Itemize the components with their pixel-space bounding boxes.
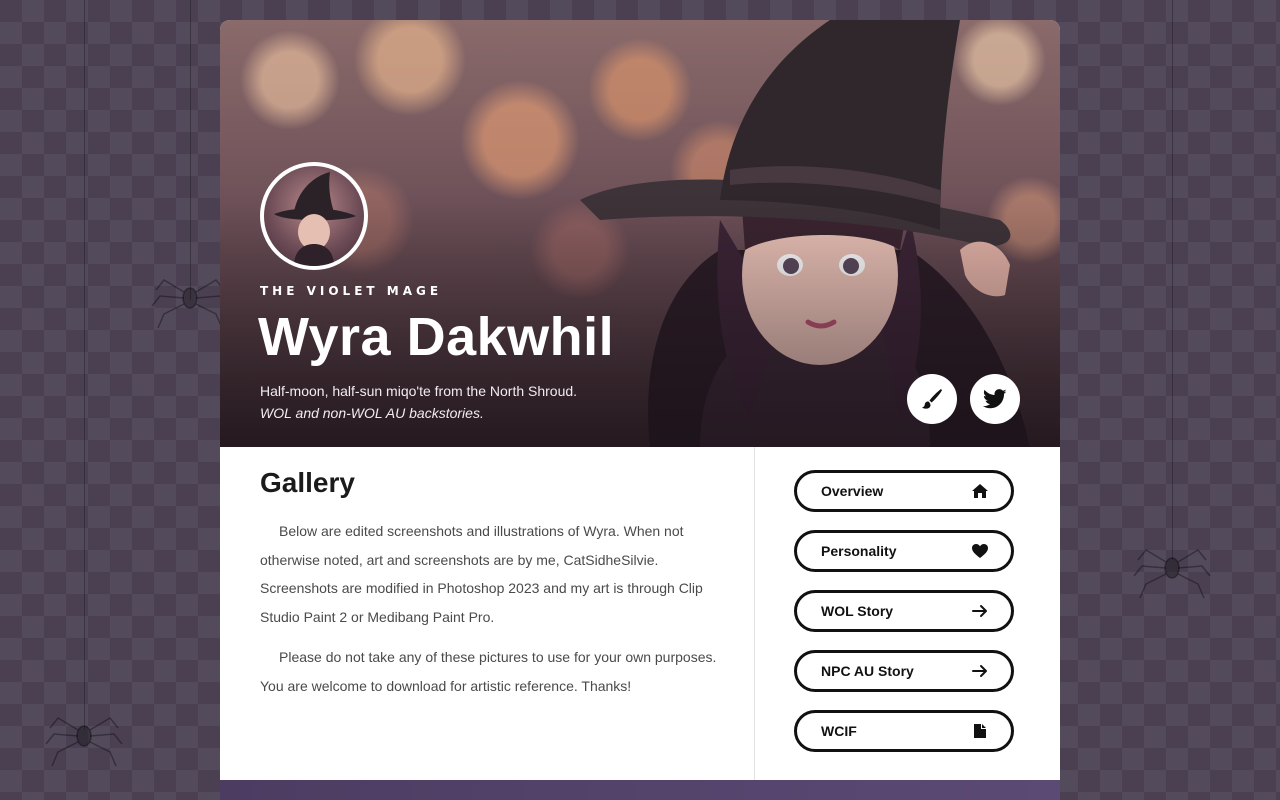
web-thread — [1172, 0, 1173, 560]
nav-wcif-button[interactable]: WCIF — [794, 710, 1014, 752]
gallery-usage-paragraph: Please do not take any of these pictures… — [260, 649, 717, 694]
nav-label: WOL Story — [821, 603, 894, 619]
spider-icon — [45, 717, 123, 767]
section-title: Gallery — [260, 467, 355, 498]
hero-banner: THE VIOLET MAGE Wyra Dakwhil Half-moon, … — [220, 20, 1060, 447]
hero-eyebrow: THE VIOLET MAGE — [260, 284, 443, 298]
nav-label: Overview — [821, 483, 884, 499]
web-thread — [190, 0, 191, 300]
avatar — [260, 162, 368, 270]
nav-personality-button[interactable]: Personality — [794, 530, 1014, 572]
column-divider — [754, 447, 755, 780]
nav-label: Personality — [821, 543, 897, 559]
nav-label: NPC AU Story — [821, 663, 914, 679]
nav-npc-au-story-button[interactable]: NPC AU Story — [794, 650, 1014, 692]
page-title: Wyra Dakwhil — [258, 307, 615, 367]
twitter-icon — [983, 389, 1007, 409]
paintbrush-icon — [922, 389, 942, 409]
gallery-section: Gallery Below are edited screenshots and… — [220, 447, 754, 780]
heart-icon — [971, 542, 989, 560]
arrow-right-icon — [971, 662, 989, 680]
nav-wol-story-button[interactable]: WOL Story — [794, 590, 1014, 632]
nav-overview-button[interactable]: Overview — [794, 470, 1014, 512]
nav-label: WCIF — [821, 723, 857, 739]
twitter-link-button[interactable] — [970, 374, 1020, 424]
footer-band — [220, 780, 1060, 800]
web-thread — [84, 0, 85, 730]
hero-subtitle: Half-moon, half-sun miqo'te from the Nor… — [260, 380, 577, 424]
gallery-intro-paragraph: Below are edited screenshots and illustr… — [260, 523, 703, 625]
hero-subtitle-italic: WOL and non-WOL AU backstories. — [260, 405, 484, 421]
spider-icon — [1133, 549, 1211, 599]
arrow-right-icon — [971, 602, 989, 620]
spider-icon — [151, 279, 229, 329]
home-icon — [971, 482, 989, 500]
hero-subtitle-line: Half-moon, half-sun miqo'te from the Nor… — [260, 383, 578, 399]
profile-card: THE VIOLET MAGE Wyra Dakwhil Half-moon, … — [220, 20, 1060, 800]
art-link-button[interactable] — [907, 374, 957, 424]
avatar-image — [274, 172, 356, 266]
file-icon — [971, 722, 989, 740]
